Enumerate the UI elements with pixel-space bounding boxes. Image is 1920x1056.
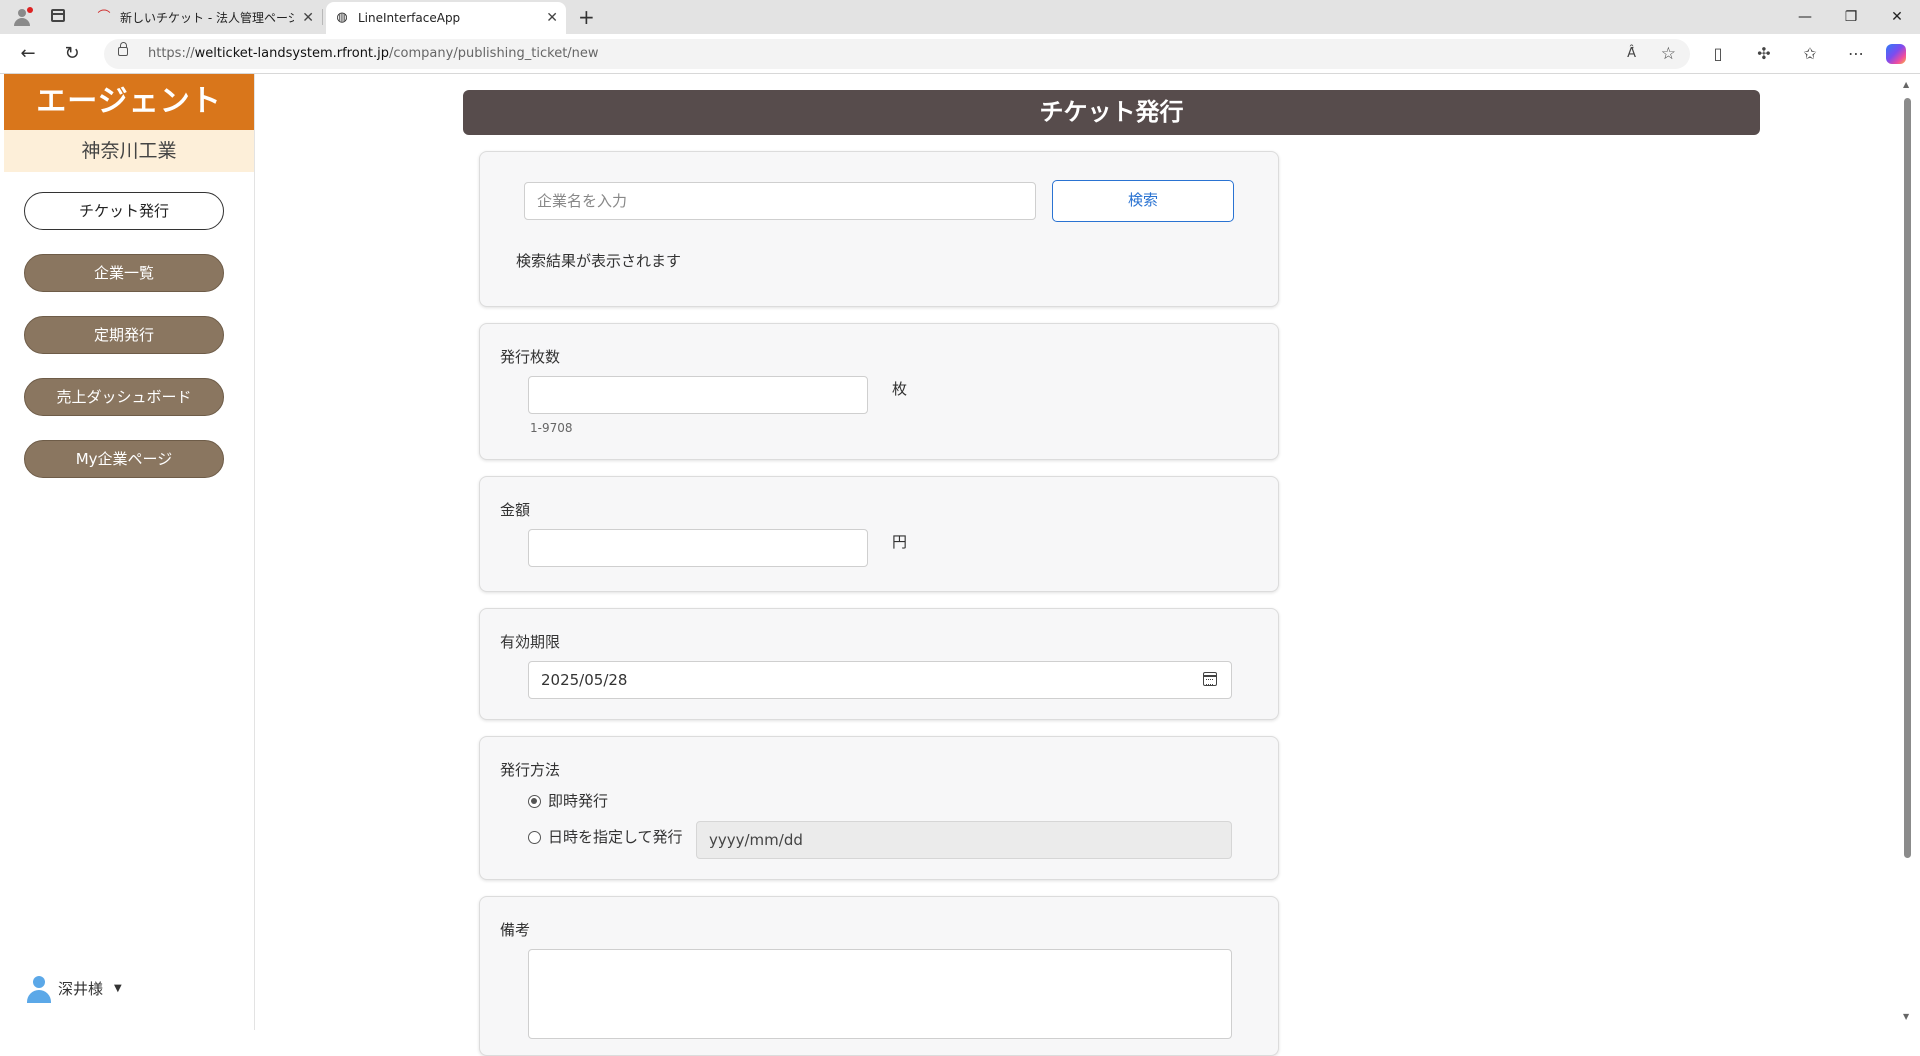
sidebar-item-my-company-page[interactable]: My企業ページ [24, 440, 224, 478]
url-text: https://welticket-landsystem.rfront.jp/c… [148, 46, 599, 61]
schedule-date-input[interactable]: yyyy/mm/dd [696, 821, 1232, 859]
tab-actions-icon[interactable] [51, 9, 65, 22]
amount-card: 金額 円 [479, 476, 1279, 592]
new-tab-icon[interactable]: + [578, 2, 595, 32]
page-title: チケット発行 [463, 90, 1760, 135]
close-window-icon[interactable]: ✕ [1874, 0, 1920, 34]
sidebar-item-company-list[interactable]: 企業一覧 [24, 254, 224, 292]
calendar-icon[interactable] [1203, 672, 1217, 686]
radio-button-checked[interactable] [528, 795, 541, 808]
schedule-date-placeholder: yyyy/mm/dd [709, 831, 803, 849]
issue-method-card: 発行方法 即時発行 日時を指定して発行 yyyy/mm/dd [479, 736, 1279, 880]
quantity-range-hint: 1-9708 [530, 421, 573, 435]
radio-button[interactable] [528, 831, 541, 844]
radio-immediate-issue[interactable]: 即時発行 [528, 789, 688, 813]
browser-tab-bar: ⌒ 新しいチケット - 法人管理ページ開発 ✕ ◍ LineInterfaceA… [0, 0, 1920, 34]
issue-method-label: 発行方法 [500, 761, 561, 779]
sidebar-item-sales-dashboard[interactable]: 売上ダッシュボード [24, 378, 224, 416]
user-avatar-icon [26, 976, 52, 1003]
remarks-card: 備考 [479, 896, 1279, 1056]
back-arrow-icon[interactable]: ← [14, 40, 42, 68]
remarks-label: 備考 [500, 921, 531, 939]
extensions-puzzle-icon[interactable]: ✣ [1750, 40, 1778, 68]
amount-label: 金額 [500, 501, 531, 519]
red-brand-icon: ⌒ [97, 10, 111, 25]
issue-quantity-input[interactable] [528, 376, 868, 414]
brand-title: エージェント [4, 74, 254, 130]
caret-down-icon: ▼ [114, 983, 122, 994]
issue-quantity-card: 発行枚数 枚 1-9708 [479, 323, 1279, 460]
quantity-unit: 枚 [892, 380, 908, 398]
user-name: 深井様 [58, 980, 104, 998]
issue-quantity-label: 発行枚数 [500, 348, 561, 366]
lock-icon[interactable] [118, 42, 128, 56]
url-field[interactable]: https://welticket-landsystem.rfront.jp/c… [104, 39, 1690, 69]
sidebar: エージェント 神奈川工業 チケット発行 企業一覧 定期発行 売上ダッシュボード … [4, 74, 255, 1030]
search-result-text: 検索結果が表示されます [516, 252, 682, 270]
browser-address-bar: ← ↻ https://welticket-landsystem.rfront.… [0, 34, 1920, 74]
expiry-date-input[interactable]: 2025/05/28 [528, 661, 1232, 699]
restore-window-icon[interactable]: ❐ [1828, 0, 1874, 34]
close-tab-icon[interactable]: ✕ [302, 2, 314, 34]
expiry-card: 有効期限 2025/05/28 [479, 608, 1279, 720]
favorites-icon[interactable]: ✩ [1796, 40, 1824, 68]
browser-tab-1[interactable]: ⌒ 新しいチケット - 法人管理ページ開発 ✕ [88, 2, 322, 34]
scrollbar-thumb[interactable] [1904, 98, 1911, 858]
reload-icon[interactable]: ↻ [58, 40, 86, 68]
sidebar-item-ticket-issue[interactable]: チケット発行 [24, 192, 224, 230]
company-search-input[interactable] [524, 182, 1036, 220]
page-scrollbar[interactable]: ▲ ▼ [1900, 76, 1914, 1026]
read-aloud-icon[interactable]: Â̇ [1627, 39, 1636, 69]
close-tab-icon[interactable]: ✕ [546, 2, 558, 34]
scroll-down-arrow-icon[interactable]: ▼ [1903, 1012, 1909, 1021]
reading-view-icon[interactable]: ▯ [1704, 40, 1732, 68]
favorite-star-icon[interactable]: ☆ [1661, 39, 1676, 69]
browser-tab-title: 新しいチケット - 法人管理ページ開発 [120, 11, 294, 25]
remarks-textarea[interactable] [528, 949, 1232, 1039]
minimize-window-icon[interactable]: — [1782, 0, 1828, 34]
browser-tab-2-active[interactable]: ◍ LineInterfaceApp ✕ [326, 2, 566, 34]
amount-unit: 円 [892, 533, 908, 551]
browser-tab-title: LineInterfaceApp [358, 11, 461, 25]
copilot-icon[interactable] [1886, 44, 1906, 64]
search-button[interactable]: 検索 [1052, 180, 1234, 222]
radio-label: 日時を指定して発行 [548, 828, 683, 846]
tab-separator [322, 9, 323, 25]
company-search-card: 検索 検索結果が表示されます [479, 151, 1279, 307]
expiry-label: 有効期限 [500, 633, 561, 651]
globe-icon: ◍ [336, 10, 348, 25]
radio-label: 即時発行 [548, 792, 609, 810]
amount-input[interactable] [528, 529, 868, 567]
more-menu-icon[interactable]: ⋯ [1842, 40, 1870, 68]
scroll-up-arrow-icon[interactable]: ▲ [1903, 80, 1909, 89]
radio-scheduled-issue[interactable]: 日時を指定して発行 [528, 825, 688, 849]
sidebar-item-periodic-issue[interactable]: 定期発行 [24, 316, 224, 354]
profile-icon[interactable] [12, 7, 33, 27]
company-name: 神奈川工業 [4, 130, 254, 172]
expiry-date-value: 2025/05/28 [541, 671, 628, 689]
